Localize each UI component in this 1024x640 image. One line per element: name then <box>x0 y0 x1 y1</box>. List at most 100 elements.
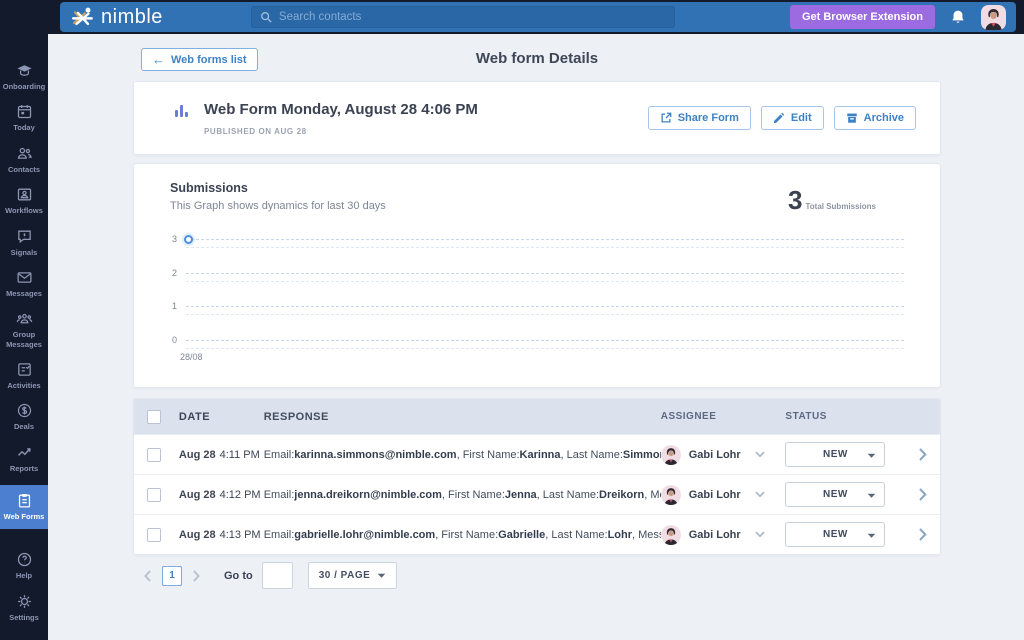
sidebar-item-label: Contacts <box>8 165 40 174</box>
submissions-card: Submissions This Graph shows dynamics fo… <box>133 163 941 388</box>
search-input[interactable] <box>279 11 666 23</box>
row-assignee[interactable]: Gabi Lohr <box>661 525 786 545</box>
sidebar-item-label: Deals <box>14 422 34 431</box>
x-axis-tick: 28/08 <box>180 352 203 362</box>
row-assignee[interactable]: Gabi Lohr <box>661 485 786 505</box>
assignee-name: Gabi Lohr <box>689 489 741 501</box>
table-row[interactable]: Aug 28 4:12 PMEmail: jenna.dreikorn@nimb… <box>134 474 940 514</box>
date-column-header: DATE <box>179 411 264 423</box>
sidebar-item-deals[interactable]: Deals <box>0 402 48 431</box>
submissions-subtitle: This Graph shows dynamics for last 30 da… <box>170 200 386 212</box>
sidebar-item-label: Signals <box>11 248 38 257</box>
sidebar-item-web-forms[interactable]: Web Forms <box>0 485 48 528</box>
row-assignee[interactable]: Gabi Lohr <box>661 445 786 465</box>
table-row[interactable]: Aug 28 4:13 PMEmail: gabrielle.lohr@nimb… <box>134 514 940 554</box>
calendar-icon <box>16 103 33 120</box>
row-checkbox[interactable] <box>147 528 161 542</box>
envelope-icon <box>16 269 33 286</box>
data-point <box>184 235 193 244</box>
sidebar-item-signals[interactable]: Signals <box>0 228 48 257</box>
goto-page-input[interactable] <box>262 562 293 589</box>
chevron-down-icon[interactable] <box>755 531 765 538</box>
question-circle-icon <box>16 551 33 568</box>
share-form-button[interactable]: Share Form <box>648 106 751 130</box>
status-dropdown[interactable]: NEW <box>785 442 885 467</box>
sidebar-item-label: Today <box>13 123 35 132</box>
pagination: 1 Go to 30 / PAGE <box>133 562 941 589</box>
sidebar-item-messages[interactable]: Messages <box>0 269 48 298</box>
chevron-down-icon[interactable] <box>755 451 765 458</box>
chat-alert-icon <box>16 228 33 245</box>
search-icon <box>260 11 272 23</box>
edit-button[interactable]: Edit <box>761 106 824 130</box>
chevron-down-icon[interactable] <box>755 491 765 498</box>
sidebar-item-label: Onboarding <box>3 82 46 91</box>
total-submissions-label: Total Submissions <box>805 202 876 211</box>
graduation-cap-icon <box>16 62 33 79</box>
row-checkbox[interactable] <box>147 488 161 502</box>
y-axis-tick: 3 <box>172 234 177 244</box>
nimble-logo[interactable]: nimble <box>70 5 163 29</box>
chevron-right-icon[interactable] <box>919 488 927 501</box>
status-dropdown[interactable]: NEW <box>785 522 885 547</box>
submissions-chart: 321028/08 <box>170 239 904 374</box>
y-axis-tick: 2 <box>172 268 177 278</box>
status-column-header: STATUS <box>785 411 905 422</box>
submissions-title: Submissions <box>170 181 386 195</box>
response-column-header: RESPONSE <box>264 411 661 423</box>
row-response: Email: gabrielle.lohr@nimble.com, First … <box>264 529 661 541</box>
row-date: Aug 28 4:11 PM <box>179 449 264 461</box>
previous-page-chevron-icon[interactable] <box>143 570 153 582</box>
top-header: nimble Get Browser Extension <box>48 0 1024 34</box>
sidebar-item-settings[interactable]: Settings <box>0 593 48 622</box>
people-group-icon <box>16 310 33 327</box>
web-form-title: Web Form Monday, August 28 4:06 PM <box>204 101 478 118</box>
get-browser-extension-button[interactable]: Get Browser Extension <box>790 5 935 29</box>
search-bar[interactable] <box>251 6 675 28</box>
back-arrow-icon: ← <box>152 53 165 66</box>
page-number-button[interactable]: 1 <box>162 566 182 586</box>
sidebar-item-help[interactable]: Help <box>0 551 48 580</box>
table-row[interactable]: Aug 28 4:11 PMEmail: karinna.simmons@nim… <box>134 434 940 474</box>
sidebar-item-activities[interactable]: Activities <box>0 361 48 390</box>
caret-down-icon <box>867 493 876 499</box>
total-submissions-value: 3 <box>788 189 802 212</box>
sidebar-item-onboarding[interactable]: Onboarding <box>0 62 48 91</box>
row-checkbox[interactable] <box>147 448 161 462</box>
notifications-bell-icon[interactable] <box>950 8 966 26</box>
gridline-row: 0 <box>170 340 904 352</box>
next-page-chevron-icon[interactable] <box>191 570 201 582</box>
sidebar-item-today[interactable]: Today <box>0 103 48 132</box>
select-all-checkbox[interactable] <box>147 410 161 424</box>
page-size-dropdown[interactable]: 30 / PAGE <box>308 562 398 589</box>
goto-label: Go to <box>224 570 253 582</box>
brand-name: nimble <box>101 6 163 29</box>
table-header-row: DATE RESPONSE ASSIGNEE STATUS <box>134 399 940 434</box>
status-dropdown[interactable]: NEW <box>785 482 885 507</box>
checklist-icon <box>16 361 33 378</box>
assignee-avatar <box>661 445 681 465</box>
row-date: Aug 28 4:13 PM <box>179 529 264 541</box>
row-response: Email: jenna.dreikorn@nimble.com, First … <box>264 489 661 501</box>
assignee-name: Gabi Lohr <box>689 529 741 541</box>
sidebar-item-contacts[interactable]: Contacts <box>0 145 48 174</box>
caret-down-icon <box>867 453 876 459</box>
chevron-right-icon[interactable] <box>919 448 927 461</box>
web-form-header-card: Web Form Monday, August 28 4:06 PM PUBLI… <box>133 81 941 155</box>
chevron-right-icon[interactable] <box>919 528 927 541</box>
status-value: NEW <box>823 449 848 460</box>
caret-down-icon <box>867 533 876 539</box>
user-avatar[interactable] <box>981 5 1006 30</box>
sidebar-item-workflows[interactable]: Workflows <box>0 186 48 215</box>
sidebar-item-group-messages[interactable]: Group Messages <box>0 310 48 349</box>
sidebar-item-reports[interactable]: Reports <box>0 444 48 473</box>
pencil-icon <box>773 112 785 124</box>
sidebar-item-label: Group Messages <box>0 330 48 349</box>
share-icon <box>660 112 672 124</box>
main-content: ← Web forms list Web form Details Web Fo… <box>48 34 1024 640</box>
caret-down-icon <box>377 573 386 579</box>
sidebar-item-label: Activities <box>7 381 40 390</box>
archive-button[interactable]: Archive <box>834 106 916 130</box>
back-to-web-forms-list-button[interactable]: ← Web forms list <box>141 48 258 71</box>
sidebar-item-label: Workflows <box>5 206 43 215</box>
